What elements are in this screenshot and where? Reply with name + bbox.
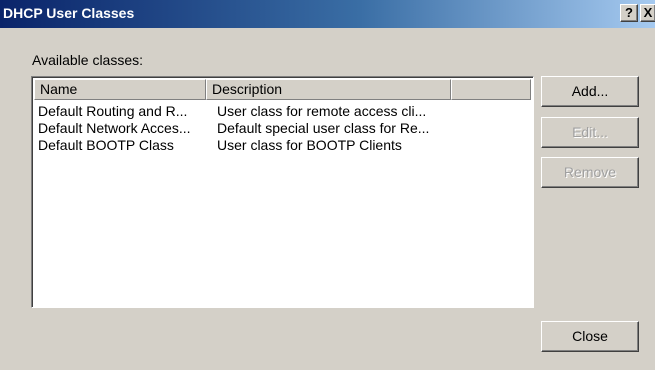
class-description: Default special user class for Re...	[217, 120, 430, 136]
list-header: Name Description	[34, 79, 531, 100]
close-window-button[interactable]: X	[640, 4, 655, 22]
column-header-empty[interactable]	[451, 79, 531, 100]
list-item[interactable]: Default Routing and R... User class for …	[34, 103, 451, 120]
classes-list[interactable]: Name Description Default Routing and R..…	[31, 76, 534, 308]
class-name: Default Network Acces...	[38, 120, 191, 136]
window-title: DHCP User Classes	[3, 5, 135, 21]
edit-button[interactable]: Edit...	[541, 117, 639, 148]
available-classes-label: Available classes:	[32, 52, 144, 68]
close-button[interactable]: Close	[541, 321, 639, 352]
add-button[interactable]: Add...	[541, 76, 639, 107]
dhcp-user-classes-dialog: DHCP User Classes ? X Available classes:…	[0, 0, 655, 370]
column-header-description[interactable]: Description	[206, 79, 451, 100]
class-name: Default BOOTP Class	[38, 137, 174, 153]
class-description: User class for remote access cli...	[217, 103, 427, 119]
list-rows: Default Routing and R... User class for …	[34, 103, 451, 154]
class-description: User class for BOOTP Clients	[217, 137, 402, 153]
list-item[interactable]: Default BOOTP Class User class for BOOTP…	[34, 137, 451, 154]
column-header-name[interactable]: Name	[34, 79, 206, 100]
help-button[interactable]: ?	[620, 4, 638, 22]
title-bar[interactable]: DHCP User Classes ? X	[0, 0, 655, 28]
list-item[interactable]: Default Network Acces... Default special…	[34, 120, 451, 137]
remove-button[interactable]: Remove	[541, 157, 639, 188]
class-name: Default Routing and R...	[38, 103, 188, 119]
